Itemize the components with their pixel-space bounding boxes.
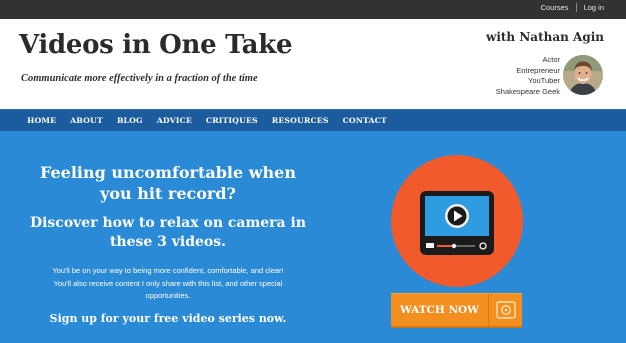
hero-section: Feeling uncomfortable when you hit recor… <box>0 131 626 343</box>
video-player-icon <box>420 191 494 255</box>
role-item: Actor <box>542 55 560 64</box>
author-avatar <box>563 55 603 95</box>
avatar-portrait <box>563 55 603 95</box>
hero-subheading: Discover how to relax on camera in these… <box>0 214 336 252</box>
hero-body: You'll be on your way to being more conf… <box>0 265 336 303</box>
nav-item-resources[interactable]: RESOURCES <box>272 116 329 125</box>
target-icon <box>488 294 522 326</box>
courses-link[interactable]: Courses <box>541 3 569 12</box>
main-nav: HOME ABOUT BLOG ADVICE CRITIQUES RESOURC… <box>0 109 626 131</box>
hero-body-line: You'll be on your way to being more conf… <box>52 266 284 275</box>
hero-body-line: opportunities. <box>145 291 191 300</box>
account-links: Courses Log in <box>541 3 604 12</box>
site-tagline: Communicate more effectively in a fracti… <box>21 73 258 84</box>
author-name: with Nathan Agin <box>485 30 604 44</box>
top-bar: Courses Log in <box>0 0 626 19</box>
login-link[interactable]: Log in <box>584 3 604 12</box>
nav-item-advice[interactable]: ADVICE <box>157 116 192 125</box>
role-item: YouTuber <box>528 76 560 85</box>
nav-item-blog[interactable]: BLOG <box>117 116 143 125</box>
nav-item-contact[interactable]: CONTACT <box>343 116 387 125</box>
site-title[interactable]: Videos in One Take <box>19 30 292 60</box>
volume-icon <box>426 243 434 248</box>
hero-heading: Feeling uncomfortable when you hit recor… <box>0 162 336 204</box>
link-divider <box>575 3 577 12</box>
hero-heading-line: you hit record? <box>100 184 236 203</box>
watch-now-label: WATCH NOW <box>400 304 479 316</box>
author-roles: Actor Entrepreneur YouTuber Shakespeare … <box>496 55 560 97</box>
role-item: Shakespeare Geek <box>495 86 560 96</box>
nav-item-about[interactable]: ABOUT <box>70 116 103 125</box>
site-header: Videos in One Take Communicate more effe… <box>0 19 626 109</box>
hero-cta-text: Sign up for your free video series now. <box>49 312 287 325</box>
role-item: Entrepreneur <box>516 65 560 75</box>
hero-body-line: You'll also receive content I only share… <box>53 278 283 288</box>
video-promo-graphic[interactable] <box>391 155 523 287</box>
hero-subheading-line: these 3 videos. <box>109 234 227 250</box>
nav-item-critiques[interactable]: CRITIQUES <box>206 116 258 125</box>
hero-heading-line: Feeling uncomfortable when <box>40 163 296 182</box>
hero-subheading-line: Discover how to relax on camera in <box>29 215 307 231</box>
nav-item-home[interactable]: HOME <box>27 116 56 125</box>
watch-now-button[interactable]: WATCH NOW <box>391 293 522 328</box>
